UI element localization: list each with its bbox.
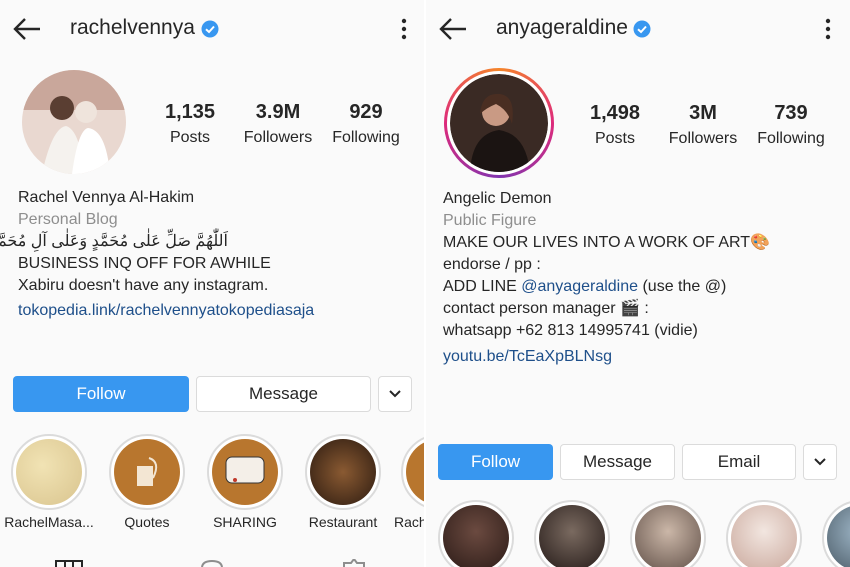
more-options-icon[interactable] [824, 17, 832, 41]
stat-posts[interactable]: 1,498 Posts [570, 102, 660, 148]
more-options-icon[interactable] [400, 17, 408, 41]
posts-count: 1,498 [589, 102, 641, 124]
top-bar: anyageraldine [426, 0, 850, 58]
highlight-circle[interactable] [305, 434, 381, 510]
verified-badge-icon [633, 20, 651, 38]
posts-label: Posts [169, 129, 210, 146]
highlight-label: Rach [394, 514, 424, 530]
message-button[interactable]: Message [196, 376, 371, 412]
bio-text: ADD LINE [443, 278, 522, 295]
verified-badge-icon [201, 20, 219, 38]
message-button[interactable]: Message [560, 444, 675, 480]
following-count: 929 [349, 101, 383, 123]
following-label: Following [332, 129, 400, 146]
highlight-circle[interactable] [726, 500, 802, 567]
highlight-circle[interactable] [401, 434, 424, 510]
following-label: Following [757, 130, 825, 147]
full-name: Angelic Demon [443, 190, 552, 207]
tagged-icon[interactable] [340, 559, 368, 567]
highlight-circle[interactable] [630, 500, 706, 567]
username: anyageraldine [496, 16, 628, 39]
bio-line: Xabiru doesn't have any instagram. [18, 277, 269, 294]
posts-count: 1,135 [164, 101, 216, 123]
follow-button[interactable]: Follow [438, 444, 553, 480]
bio-line: اَللّٰهُمَّ صَلِّ عَلٰى مُحَمَّدٍ وَعَلٰ… [0, 233, 228, 250]
profile-tab-bar [0, 548, 424, 567]
igtv-icon[interactable] [198, 558, 226, 567]
grid-view-icon[interactable] [55, 560, 83, 567]
bio: Rachel Vennya Al-Hakim Personal Blog اَل… [0, 187, 314, 322]
stat-followers[interactable]: 3.9M Followers [233, 101, 323, 147]
highlight-circle[interactable] [109, 434, 185, 510]
bio-line: ADD LINE @anyageraldine (use the @) [443, 276, 770, 298]
highlight-circle[interactable] [822, 500, 850, 567]
full-name: Rachel Vennya Al-Hakim [18, 189, 195, 206]
stat-followers[interactable]: 3M Followers [658, 102, 748, 148]
followers-label: Followers [668, 130, 738, 147]
posts-label: Posts [594, 130, 635, 147]
bio-text: (use the @) [638, 278, 727, 295]
chevron-down-icon [814, 458, 826, 466]
category-label: Public Figure [443, 212, 537, 229]
followers-count: 3M [689, 102, 717, 124]
bio-line: whatsapp +62 813 14995741 (vidie) [443, 322, 698, 339]
email-button[interactable]: Email [682, 444, 796, 480]
highlight-label: Restaurant [308, 514, 378, 530]
bio-link[interactable]: youtu.be/TcEaXpBLNsg [443, 346, 770, 368]
follow-button[interactable]: Follow [13, 376, 189, 412]
highlight-circle[interactable] [534, 500, 610, 567]
back-arrow-icon[interactable] [438, 16, 468, 42]
stat-following[interactable]: 739 Following [746, 102, 836, 148]
highlight-circle[interactable] [438, 500, 514, 567]
bio-line: BUSINESS INQ OFF FOR AWHILE [18, 255, 271, 272]
highlight-label: SHARING [213, 514, 277, 530]
suggested-dropdown-button[interactable] [378, 376, 412, 412]
top-bar: rachelvennya [0, 0, 424, 58]
profile-avatar[interactable] [22, 70, 126, 174]
quote-feather-icon [137, 457, 158, 486]
profile-avatar-story-ring[interactable] [444, 68, 554, 178]
right-profile: anyageraldine 1,498 Posts 3M Followers 7… [426, 0, 850, 567]
bio-link[interactable]: tokopedia.link/rachelvennyatokopediasaja [18, 300, 314, 322]
following-count: 739 [774, 102, 808, 124]
speech-bubble-icon [225, 456, 265, 484]
highlight-circle[interactable] [207, 434, 283, 510]
followers-label: Followers [243, 129, 313, 146]
suggested-dropdown-button[interactable] [803, 444, 837, 480]
chevron-down-icon [389, 390, 401, 398]
stat-following[interactable]: 929 Following [321, 101, 411, 147]
bio-mention-link[interactable]: @anyageraldine [521, 278, 638, 295]
followers-count: 3.9M [255, 101, 301, 123]
bio-line: contact person manager 🎬 : [443, 300, 649, 317]
bio-line: endorse / pp : [443, 256, 541, 273]
highlight-label: Quotes [124, 514, 170, 530]
left-profile: rachelvennya 1,135 Posts 3.9M Followers … [0, 0, 424, 567]
avatar-photo [450, 74, 548, 172]
avatar-photo [22, 70, 126, 174]
back-arrow-icon[interactable] [12, 16, 42, 42]
bio-line: MAKE OUR LIVES INTO A WORK OF ART🎨 [443, 234, 770, 251]
bio: Angelic Demon Public Figure MAKE OUR LIV… [443, 188, 770, 368]
highlight-circle[interactable] [11, 434, 87, 510]
username: rachelvennya [70, 16, 195, 39]
stat-posts[interactable]: 1,135 Posts [145, 101, 235, 147]
category-label: Personal Blog [18, 211, 118, 228]
highlight-label: RachelMasa... [4, 514, 94, 530]
